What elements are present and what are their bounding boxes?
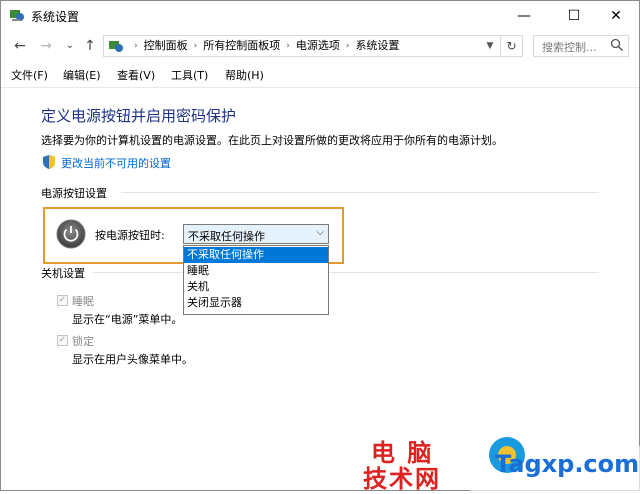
maximize-button[interactable]: ☐ — [551, 1, 597, 31]
lock-description: 显示在用户头像菜单中。 — [72, 353, 193, 366]
up-button[interactable]: ↑ — [81, 37, 99, 55]
power-buttons-heading: 电源按钮设置 — [41, 187, 107, 200]
chevron-down-icon[interactable]: ▼ — [482, 36, 498, 56]
control-panel-window: 系统设置 — ☐ ✕ ← → ⌄ ↑ › 控制面板 › 所有控制面板项 › 电源… — [0, 0, 640, 493]
main-content: 定义电源按钮并启用密码保护 选择要为你的计算机设置的电源设置。在此页上对设置所做… — [1, 88, 639, 490]
page-description: 选择要为你的计算机设置的电源设置。在此页上对设置所做的更改将应用于你所有的电源计… — [41, 134, 503, 147]
divider — [329, 272, 599, 273]
search-icon[interactable] — [610, 38, 624, 52]
breadcrumb-item[interactable]: 控制面板 — [144, 36, 188, 56]
shield-icon — [43, 155, 55, 169]
page-title: 定义电源按钮并启用密码保护 — [41, 107, 237, 125]
menu-view[interactable]: 查看(V) — [117, 67, 155, 83]
option-shutdown[interactable]: 关机 — [184, 279, 328, 295]
breadcrumb-item[interactable]: 电源选项 — [296, 36, 340, 56]
power-button-icon — [56, 219, 86, 249]
menu-file[interactable]: 文件(F) — [11, 67, 48, 83]
divider — [121, 192, 599, 193]
power-action-dropdown: 不采取任何操作 睡眠 关机 关闭显示器 — [183, 245, 329, 315]
search-placeholder: 搜索控制... — [542, 41, 597, 54]
chevron-right-icon[interactable]: › — [194, 36, 198, 56]
sleep-label: 睡眠 — [72, 295, 94, 308]
chevron-right-icon: › — [134, 41, 138, 51]
breadcrumb: › 控制面板 › 所有控制面板项 › 电源选项 › 系统设置 — [128, 36, 399, 56]
menu-tools[interactable]: 工具(T) — [171, 67, 208, 83]
chevron-down-icon: ⌵ — [316, 227, 324, 238]
breadcrumb-item[interactable]: 系统设置 — [355, 36, 399, 56]
menu-edit[interactable]: 编辑(E) — [63, 67, 101, 83]
breadcrumb-item[interactable]: 所有控制面板项 — [203, 36, 280, 56]
select-value: 不采取任何操作 — [188, 230, 265, 243]
address-bar[interactable]: › 控制面板 › 所有控制面板项 › 电源选项 › 系统设置 ▼ ↻ — [103, 35, 523, 57]
sleep-description: 显示在“电源”菜单中。 — [72, 313, 183, 326]
sleep-checkbox[interactable]: ✓ — [57, 295, 68, 306]
menu-bar: 文件(F) 编辑(E) 查看(V) 工具(T) 帮助(H) — [1, 63, 639, 88]
divider — [93, 272, 183, 273]
power-action-select[interactable]: 不采取任何操作 ⌵ — [183, 224, 329, 244]
refresh-button[interactable]: ↻ — [500, 36, 522, 56]
chevron-right-icon[interactable]: › — [286, 36, 290, 56]
control-panel-icon — [10, 10, 24, 21]
shutdown-settings-heading: 关机设置 — [41, 267, 85, 280]
back-button[interactable]: ← — [11, 37, 29, 55]
option-do-nothing[interactable]: 不采取任何操作 — [184, 247, 328, 263]
power-button-label: 按电源按钮时: — [95, 229, 165, 242]
minimize-button[interactable]: — — [501, 1, 547, 31]
navigation-bar: ← → ⌄ ↑ › 控制面板 › 所有控制面板项 › 电源选项 › 系统设置 ▼… — [1, 31, 639, 61]
lock-checkbox[interactable]: ✓ — [57, 335, 68, 346]
recent-locations-button[interactable]: ⌄ — [61, 37, 79, 55]
option-turn-off-display[interactable]: 关闭显示器 — [184, 295, 328, 311]
lock-label: 锁定 — [72, 335, 94, 348]
window-title: 系统设置 — [31, 10, 80, 24]
chevron-right-icon[interactable]: › — [346, 36, 350, 56]
control-panel-icon — [109, 41, 123, 52]
close-button[interactable]: ✕ — [593, 1, 639, 31]
forward-button[interactable]: → — [37, 37, 55, 55]
search-input[interactable]: 搜索控制... — [533, 35, 629, 57]
watermark-url: Tagxp.com — [495, 450, 640, 478]
watermark-text-line2: 技术网 — [363, 465, 441, 493]
admin-link-text[interactable]: 更改当前不可用的设置 — [61, 155, 171, 171]
menu-help[interactable]: 帮助(H) — [225, 67, 264, 83]
title-bar: 系统设置 — ☐ ✕ — [1, 1, 639, 31]
option-sleep[interactable]: 睡眠 — [184, 263, 328, 279]
